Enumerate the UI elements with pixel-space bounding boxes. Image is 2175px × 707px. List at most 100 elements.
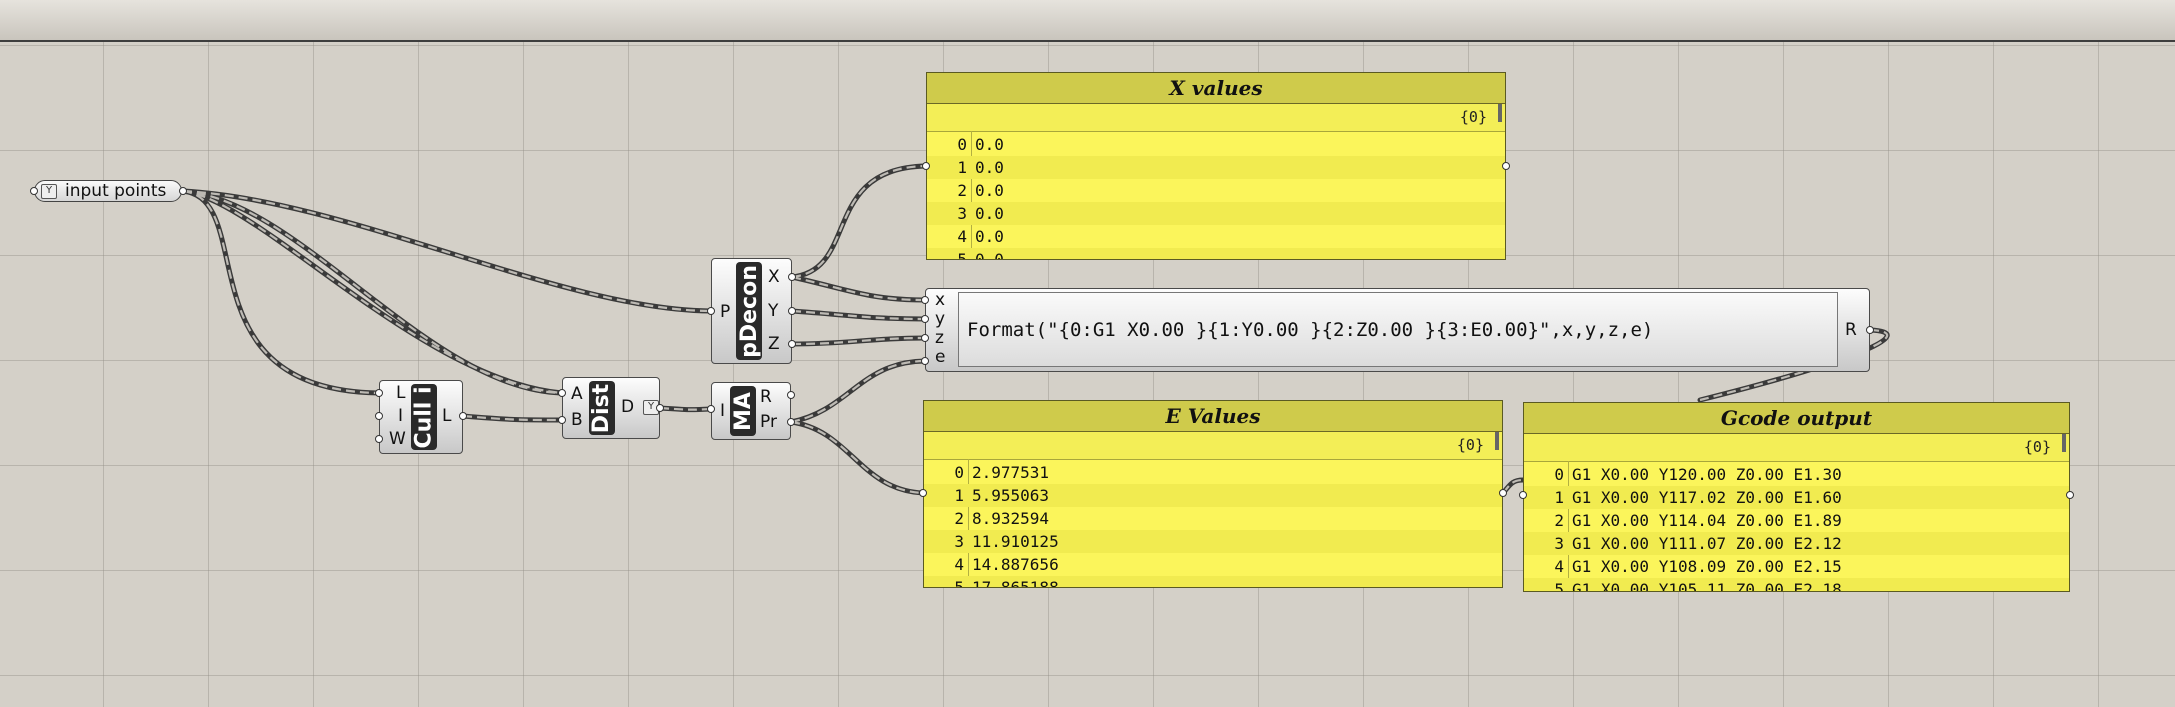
row-value: 0.0 [975,158,1004,177]
wire [790,420,924,495]
format-grip-e[interactable] [921,357,929,365]
wire [791,336,926,346]
row-value: 5.955063 [972,486,1050,505]
ma-component[interactable]: I MA R Pr [711,382,791,440]
wire [788,419,926,496]
panel-row: 2 0.0 [927,179,1505,202]
format-component[interactable]: x y z e Format("{0:G1 X0.00 }{1:Y0.00 }{… [925,288,1870,372]
gcode-out-grip[interactable] [2066,491,2074,499]
cull-component[interactable]: L I W Cull i L [379,380,463,454]
ma-grip-i[interactable] [707,405,715,413]
panel-row: 4 14.887656 [924,553,1502,576]
panel-path: {0} [1524,434,2069,462]
row-value: 0.0 [975,204,1004,223]
wire [791,164,927,279]
row-value: G1 X0.00 Y108.09 Z0.00 E2.15 [1572,557,1842,576]
e-values-panel[interactable]: E Values {0} 0 2.977531 1 5.955063 2 8.932594… [923,400,1503,588]
panel-title: E Values [924,401,1502,432]
row-value: G1 X0.00 Y114.04 Z0.00 E1.89 [1572,511,1842,530]
wire [182,189,712,313]
row-value: 14.887656 [972,555,1059,574]
input-points-out-grip[interactable] [179,187,187,195]
row-index: 0 [954,463,964,482]
row-value: 11.910125 [972,532,1059,551]
panel-scrollbar[interactable] [2062,434,2066,452]
format-grip-x[interactable] [921,296,929,304]
row-index: 0 [957,135,967,154]
format-input-x: x [935,290,946,310]
dist-grip-a[interactable] [558,389,566,397]
pdecon-output-x: X [768,267,780,287]
format-grip-y[interactable] [921,315,929,323]
cull-grip-w[interactable] [375,435,383,443]
format-grip-z[interactable] [921,334,929,342]
cull-grip-i[interactable] [375,412,383,420]
format-grip-out[interactable] [1866,326,1874,334]
row-value: G1 X0.00 Y117.02 Z0.00 E1.60 [1572,488,1842,507]
row-index: 5 [957,250,967,260]
gcode-in-grip[interactable] [1519,491,1527,499]
e-values-out-grip[interactable] [1499,489,1507,497]
input-points-in-grip[interactable] [30,187,38,195]
format-expression[interactable]: Format("{0:G1 X0.00 }{1:Y0.00 }{2:Z0.00 … [958,292,1838,367]
pdecon-grip-x[interactable] [788,273,796,281]
dist-component[interactable]: A B Dist D Y [562,377,660,439]
row-index: 1 [954,486,964,505]
cull-input-l: L [396,383,406,403]
ma-output-pr: Pr [760,412,777,432]
cull-grip-out[interactable] [459,412,467,420]
cull-grip-l[interactable] [375,389,383,397]
row-index: 2 [954,509,964,528]
row-index: 3 [954,532,964,551]
panel-title: X values [927,73,1505,104]
x-values-in-grip[interactable] [922,162,930,170]
row-index: 5 [1554,580,1564,592]
row-index: 2 [957,181,967,200]
pdecon-component[interactable]: P pDecon X Y Z [711,258,792,364]
panel-rows: 0 G1 X0.00 Y120.00 Z0.00 E1.30 1 G1 X0.00 Y… [1524,462,2069,592]
input-points-param[interactable]: Y input points [34,180,182,202]
panel-row: 5 G1 X0.00 Y105.11 Z0.00 E2.18 [1524,578,2069,592]
pdecon-output-z: Z [768,334,780,354]
ma-grip-pr[interactable] [787,418,795,426]
row-value: 17.865188 [972,578,1059,588]
dist-grip-out[interactable] [656,404,664,412]
panel-title: Gcode output [1524,403,2069,434]
wire [789,274,928,303]
row-value: 2.977531 [972,463,1050,482]
wire [789,163,929,280]
panel-row: 2 8.932594 [924,507,1502,530]
ma-grip-r[interactable] [787,391,795,399]
pdecon-grip-p[interactable] [707,307,715,315]
wire [180,188,382,396]
wire [182,189,563,395]
dist-grip-b[interactable] [558,416,566,424]
pdecon-grip-y[interactable] [788,307,796,315]
panel-scrollbar[interactable] [1498,104,1502,122]
gcode-output-panel[interactable]: Gcode output {0} 0 G1 X0.00 Y120.00 Z0.00… [1523,402,2070,592]
row-index: 4 [1554,557,1564,576]
canvas-toolbar [0,0,2175,42]
panel-row: 1 0.0 [927,156,1505,179]
wire [462,414,563,422]
pdecon-grip-z[interactable] [788,340,796,348]
cull-output-l: L [442,406,452,426]
wire [182,189,380,395]
row-value: 8.932594 [972,509,1050,528]
row-value: G1 X0.00 Y105.11 Z0.00 E2.18 [1572,580,1842,592]
x-values-panel[interactable]: X values {0} 0 0.0 1 0.0 2 0.0 3 0.0 4 0.0 5 0.0 [926,72,1506,260]
row-index: 4 [954,555,964,574]
wire [182,189,563,395]
e-values-in-grip[interactable] [919,489,927,497]
panel-rows: 0 0.0 1 0.0 2 0.0 3 0.0 4 0.0 5 0.0 [927,132,1505,260]
panel-scrollbar[interactable] [1495,432,1499,450]
format-input-y: y [935,309,946,329]
wire [789,308,928,322]
panel-rows: 0 2.977531 1 5.955063 2 8.932594 3 11.910125 4 14… [924,460,1502,588]
panel-row: 0 2.977531 [924,461,1502,484]
panel-row: 3 G1 X0.00 Y111.07 Z0.00 E2.12 [1524,532,2069,555]
x-values-out-grip[interactable] [1502,162,1510,170]
panel-row: 5 0.0 [927,248,1505,260]
wire [791,275,926,302]
wire [657,405,714,413]
